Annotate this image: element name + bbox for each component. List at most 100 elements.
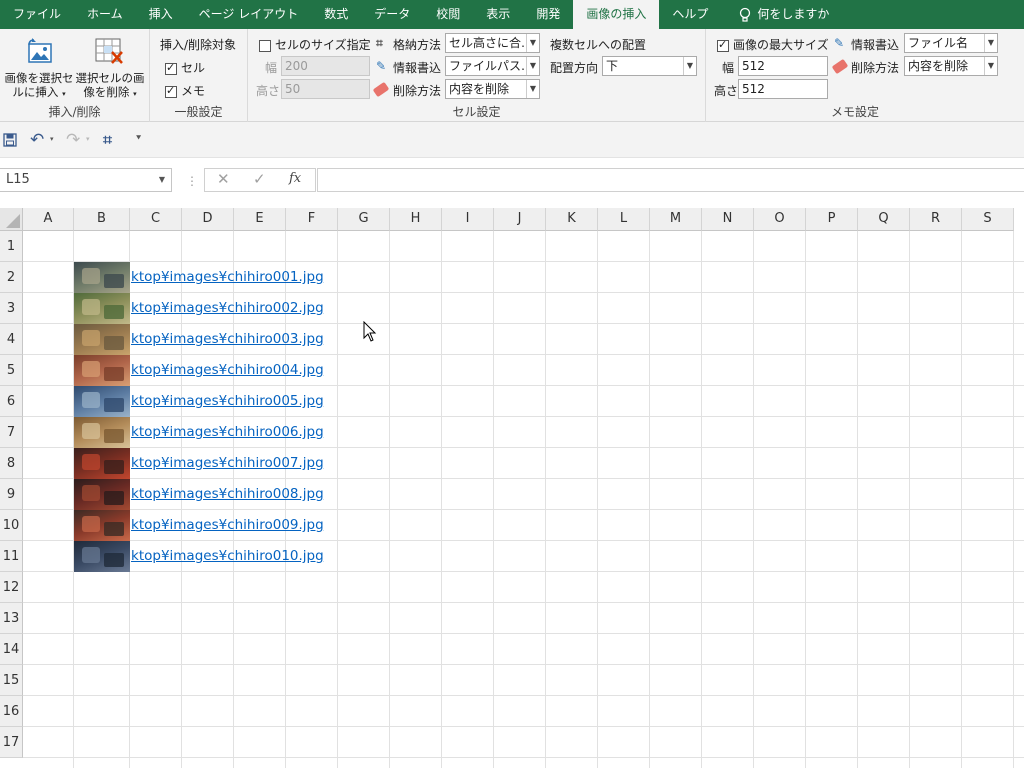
image-thumbnail[interactable] xyxy=(74,324,130,355)
file-path-link[interactable]: ktop¥images¥chihiro001.jpg xyxy=(131,262,324,293)
file-path-link[interactable]: ktop¥images¥chihiro007.jpg xyxy=(131,448,324,479)
column-header[interactable]: M xyxy=(650,208,702,231)
file-path-link[interactable]: ktop¥images¥chihiro005.jpg xyxy=(131,386,324,417)
tab-0[interactable]: ファイル xyxy=(0,0,74,29)
column-header[interactable]: O xyxy=(754,208,806,231)
cell-size-checkbox[interactable]: セルのサイズ指定 xyxy=(259,36,371,53)
storage-dropdown[interactable]: セル高さに合… ▼ xyxy=(445,33,540,53)
column-header[interactable]: P xyxy=(806,208,858,231)
column-header[interactable]: J xyxy=(494,208,546,231)
image-thumbnail[interactable] xyxy=(74,417,130,448)
image-thumbnail[interactable] xyxy=(74,448,130,479)
row-header[interactable]: 12 xyxy=(0,572,23,603)
tab-10[interactable]: ヘルプ xyxy=(659,0,721,29)
file-path-link[interactable]: ktop¥images¥chihiro006.jpg xyxy=(131,417,324,448)
tab-2[interactable]: 挿入 xyxy=(136,0,186,29)
column-header[interactable]: N xyxy=(702,208,754,231)
row-header[interactable]: 2 xyxy=(0,262,23,293)
column-header[interactable]: D xyxy=(182,208,234,231)
column-header[interactable]: K xyxy=(546,208,598,231)
column-header[interactable]: R xyxy=(910,208,962,231)
name-box[interactable]: L15 ▼ xyxy=(0,168,172,192)
tab-9[interactable]: 画像の挿入 xyxy=(573,0,660,29)
column-header[interactable]: B xyxy=(74,208,130,231)
cell-size-checkbox-box[interactable] xyxy=(259,39,271,52)
column-header[interactable]: A xyxy=(23,208,74,231)
select-all-corner[interactable] xyxy=(0,208,23,231)
row-header[interactable]: 5 xyxy=(0,355,23,386)
cell-height-input[interactable]: 50 xyxy=(281,79,370,99)
insert-function-icon[interactable]: fx xyxy=(289,171,301,186)
undo-dropdown-icon[interactable]: ▾ xyxy=(50,135,54,143)
memo-width-input[interactable]: 512 xyxy=(738,56,828,76)
cell-checkbox-box[interactable] xyxy=(165,61,177,75)
row-header[interactable]: 4 xyxy=(0,324,23,355)
memo-info-dropdown[interactable]: ファイル名 ▼ xyxy=(904,33,998,53)
row-header[interactable]: 1 xyxy=(0,231,23,262)
cell-target-checkbox[interactable]: セル xyxy=(165,59,205,76)
formula-input[interactable] xyxy=(317,168,1024,192)
row-header[interactable]: 9 xyxy=(0,479,23,510)
memo-target-checkbox[interactable]: メモ xyxy=(165,82,205,99)
column-header[interactable]: I xyxy=(442,208,494,231)
file-path-link[interactable]: ktop¥images¥chihiro010.jpg xyxy=(131,541,324,572)
column-header[interactable]: L xyxy=(598,208,650,231)
image-thumbnail[interactable] xyxy=(74,262,130,293)
column-header[interactable]: G xyxy=(338,208,390,231)
column-header[interactable]: F xyxy=(286,208,338,231)
row-header[interactable]: 17 xyxy=(0,727,23,758)
tab-3[interactable]: ページ レイアウト xyxy=(186,0,312,29)
memo-checkbox-box[interactable] xyxy=(165,84,177,98)
max-size-checkbox[interactable]: 画像の最大サイズ xyxy=(717,36,829,53)
row-header[interactable]: 16 xyxy=(0,696,23,727)
crop-icon[interactable]: ⌗ xyxy=(103,130,112,150)
row-header[interactable]: 14 xyxy=(0,634,23,665)
memo-delete-dropdown[interactable]: 内容を削除 ▼ xyxy=(904,56,998,76)
customize-qat-icon[interactable]: ⯆ xyxy=(135,134,142,144)
column-header[interactable]: E xyxy=(234,208,286,231)
tab-4[interactable]: 数式 xyxy=(311,0,361,29)
delete-image-button[interactable]: 選択セルの画 像を削除 ▾ xyxy=(74,35,146,103)
save-icon[interactable] xyxy=(3,133,17,147)
tab-6[interactable]: 校閲 xyxy=(423,0,473,29)
file-path-link[interactable]: ktop¥images¥chihiro009.jpg xyxy=(131,510,324,541)
column-header[interactable]: C xyxy=(130,208,182,231)
image-thumbnail[interactable] xyxy=(74,386,130,417)
row-header[interactable]: 15 xyxy=(0,665,23,696)
image-thumbnail[interactable] xyxy=(74,541,130,572)
tab-8[interactable]: 開発 xyxy=(523,0,573,29)
worksheet-grid[interactable]: A B C D E F G H I J K L M N O P Q R S 1 2 3 4 5 6 7 8 9 10 11 12 13 14 15… xyxy=(0,208,1024,768)
column-header[interactable]: H xyxy=(390,208,442,231)
row-header[interactable]: 13 xyxy=(0,603,23,634)
image-thumbnail[interactable] xyxy=(74,510,130,541)
row-header[interactable]: 7 xyxy=(0,417,23,448)
file-path-link[interactable]: ktop¥images¥chihiro003.jpg xyxy=(131,324,324,355)
row-header[interactable]: 3 xyxy=(0,293,23,324)
row-header[interactable]: 6 xyxy=(0,386,23,417)
row-header[interactable]: 11 xyxy=(0,541,23,572)
cell-info-dropdown[interactable]: ファイルパス… ▼ xyxy=(445,56,540,76)
column-header[interactable]: S xyxy=(962,208,1014,231)
direction-dropdown[interactable]: 下 ▼ xyxy=(602,56,697,76)
more-options-icon[interactable]: ⋮ xyxy=(186,174,198,188)
file-path-link[interactable]: ktop¥images¥chihiro004.jpg xyxy=(131,355,324,386)
tab-5[interactable]: データ xyxy=(361,0,423,29)
tell-me-search[interactable]: 何をしますか xyxy=(721,0,842,29)
cell-delete-dropdown[interactable]: 内容を削除 ▼ xyxy=(445,79,540,99)
row-header[interactable]: 8 xyxy=(0,448,23,479)
column-header[interactable]: Q xyxy=(858,208,910,231)
cell-width-input[interactable]: 200 xyxy=(281,56,370,76)
image-thumbnail[interactable] xyxy=(74,479,130,510)
tab-1[interactable]: ホーム xyxy=(74,0,136,29)
file-path-link[interactable]: ktop¥images¥chihiro002.jpg xyxy=(131,293,324,324)
insert-image-button[interactable]: 画像を選択セ ルに挿入 ▾ xyxy=(4,35,74,103)
cancel-icon[interactable]: ✕ xyxy=(217,170,230,188)
undo-icon[interactable]: ↶ xyxy=(30,130,44,150)
image-thumbnail[interactable] xyxy=(74,293,130,324)
file-path-link[interactable]: ktop¥images¥chihiro008.jpg xyxy=(131,479,324,510)
image-thumbnail[interactable] xyxy=(74,355,130,386)
row-header[interactable]: 10 xyxy=(0,510,23,541)
enter-icon[interactable]: ✓ xyxy=(253,170,266,188)
tab-7[interactable]: 表示 xyxy=(473,0,523,29)
max-size-checkbox-box[interactable] xyxy=(717,38,729,52)
